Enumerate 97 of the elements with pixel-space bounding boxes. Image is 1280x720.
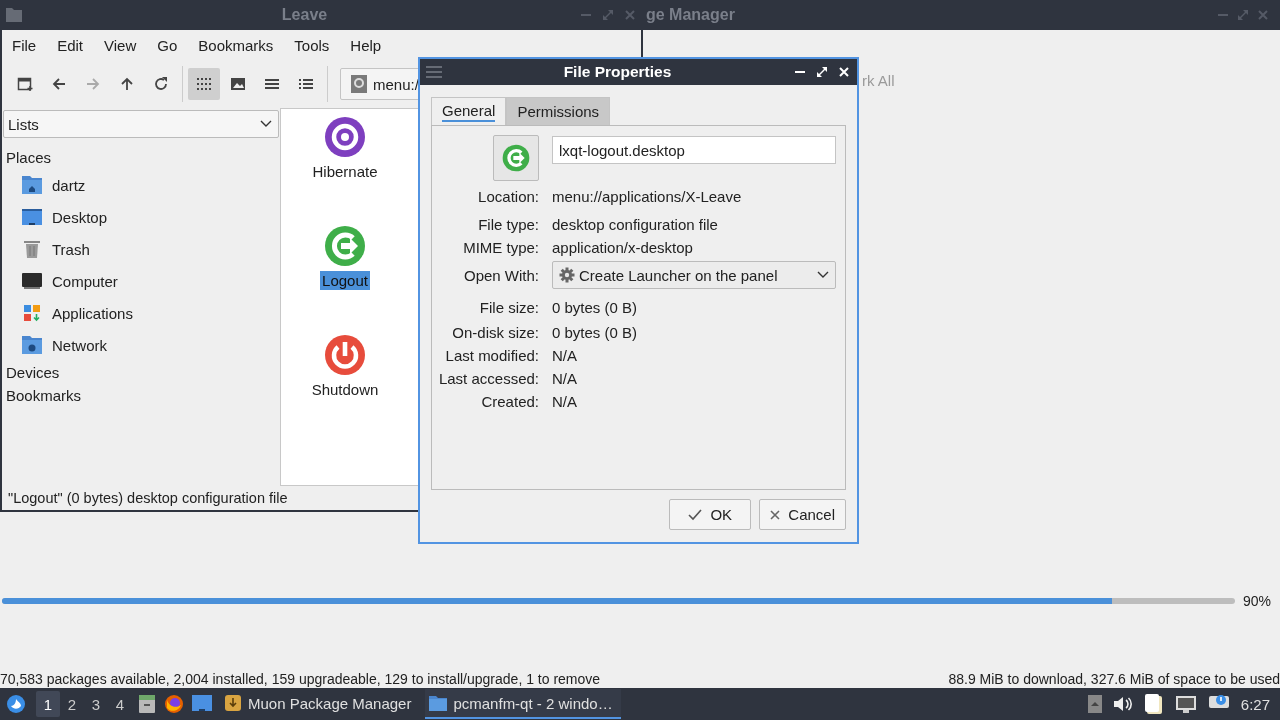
menu-item[interactable]: File <box>12 36 37 54</box>
check-icon <box>688 508 703 521</box>
progress-reading: 90% <box>1243 593 1272 609</box>
package-icon <box>224 694 242 712</box>
desktop-switcher-button[interactable]: 2 <box>60 691 84 717</box>
property-value: 0 bytes (0 B) <box>552 324 639 341</box>
tab[interactable]: Permissions <box>506 97 611 125</box>
open-with-dropdown[interactable]: Create Launcher on the panel <box>552 261 836 289</box>
trash-icon <box>23 240 41 258</box>
monitor-icon <box>22 272 42 290</box>
desktop-switcher-button[interactable]: 3 <box>84 691 108 717</box>
logout-icon <box>502 144 530 172</box>
gear-icon <box>559 267 575 283</box>
folder-icon <box>429 695 448 711</box>
property-value: N/A <box>552 393 578 410</box>
up-arrow-icon <box>119 76 135 92</box>
section-header[interactable]: Devices <box>6 361 279 384</box>
close-icon[interactable] <box>837 65 851 79</box>
taskbar-button[interactable]: pcmanfm-qt - 2 windo… <box>425 689 621 719</box>
browser-icon[interactable] <box>164 694 184 714</box>
forward-arrow-icon <box>85 76 101 92</box>
menu-item[interactable]: View <box>104 36 137 54</box>
property-value: 0 bytes (0 B) <box>552 298 639 316</box>
panel-toggle-icon[interactable] <box>1087 695 1102 713</box>
property-value: N/A <box>552 370 578 387</box>
sidebar-item[interactable]: Applications <box>6 297 279 329</box>
menu-item[interactable]: Tools <box>294 36 330 54</box>
menu-item[interactable]: Edit <box>57 36 84 54</box>
section-header[interactable]: Places <box>6 147 279 167</box>
file-label[interactable]: Logout <box>320 271 370 290</box>
desktop-switcher-button[interactable]: 4 <box>108 691 132 717</box>
app-grid-icon <box>23 304 41 322</box>
file-cabinet-icon[interactable] <box>138 694 156 714</box>
property-value: N/A <box>552 347 578 364</box>
property-value: application/x-desktop <box>552 238 694 256</box>
section-header[interactable]: Bookmarks <box>6 384 279 407</box>
property-label: Last accessed: <box>437 370 539 387</box>
property-label: File size: <box>478 298 539 316</box>
list-icon <box>264 76 280 92</box>
chevron-icon <box>817 271 829 279</box>
image-icon <box>230 76 246 92</box>
icon-view-icon <box>196 76 212 92</box>
ok-button[interactable]: OK <box>669 499 752 530</box>
property-label: On-disk size: <box>451 324 539 341</box>
icon-button[interactable] <box>493 135 539 181</box>
clipboard-icon[interactable] <box>1143 693 1164 715</box>
maximize-icon[interactable] <box>815 65 829 79</box>
window-title: Leave <box>280 6 329 24</box>
side-pane-dropdown[interactable]: Lists <box>3 110 279 138</box>
home-folder-icon <box>22 176 42 194</box>
property-label: Created: <box>480 393 539 410</box>
property-label: MIME type: <box>462 238 539 256</box>
menu-item[interactable]: Bookmarks <box>198 36 274 54</box>
file-label[interactable]: Shutdown <box>309 380 381 399</box>
sidebar-item[interactable]: Network <box>6 329 279 361</box>
property-label: File type: <box>477 215 539 233</box>
menu-item[interactable]: Help <box>350 36 382 54</box>
status-text: "Logout" (0 bytes) desktop configuration file <box>8 490 288 506</box>
sidebar-item[interactable]: Desktop <box>6 201 279 233</box>
sidebar-item[interactable]: Computer <box>6 265 279 297</box>
detail-list-icon <box>298 76 314 92</box>
search-icon <box>351 75 367 93</box>
folder-icon <box>6 8 22 22</box>
taskbar-button[interactable]: Muon Package Manager <box>220 689 420 719</box>
chevron-icon <box>260 120 272 128</box>
new-tab-icon <box>17 76 33 92</box>
desktop-icon <box>22 208 42 226</box>
reload-icon <box>153 76 169 92</box>
tab[interactable]: General <box>431 97 507 125</box>
view-mode-button[interactable] <box>188 68 220 100</box>
property-value: desktop configuration file <box>552 215 719 233</box>
sidebar-item[interactable]: dartz <box>6 169 279 201</box>
property-label: Location: <box>477 187 539 205</box>
property-label: Open With: <box>462 266 539 284</box>
volume-icon[interactable] <box>1112 695 1133 713</box>
network-folder-icon <box>22 336 42 354</box>
power-icon <box>324 334 366 376</box>
window-title: ge Manager <box>646 6 735 24</box>
file-name-field[interactable]: lxqt-logout.desktop <box>552 136 836 164</box>
status-text: 70,583 packages available, 2,004 installed, 159 upgradeable, 129 to install/upgrade, 1 to remove <box>0 671 601 687</box>
property-value: menu://applications/X-Leave <box>552 187 743 205</box>
property-label: Last modified: <box>444 347 539 364</box>
file-label[interactable]: Hibernate <box>310 162 380 181</box>
logout-icon <box>324 225 366 267</box>
hibernate-icon <box>324 116 366 158</box>
sidebar-item[interactable]: Trash <box>6 233 279 265</box>
start-menu-icon[interactable] <box>6 694 26 714</box>
clock[interactable]: 6:27 <box>1240 695 1270 713</box>
dialog-title: File Properties <box>562 63 673 81</box>
cancel-button[interactable]: Cancel <box>759 499 846 530</box>
status-text: 88.9 MiB to download, 327.6 MiB of space to be used <box>948 671 1280 687</box>
desktop-icon[interactable] <box>192 694 212 712</box>
network-icon[interactable] <box>1174 695 1197 713</box>
desktop-switcher-button[interactable]: 1 <box>36 691 60 717</box>
close-icon <box>770 509 781 520</box>
back-arrow-icon <box>51 76 67 92</box>
menu-item[interactable]: Go <box>157 36 178 54</box>
